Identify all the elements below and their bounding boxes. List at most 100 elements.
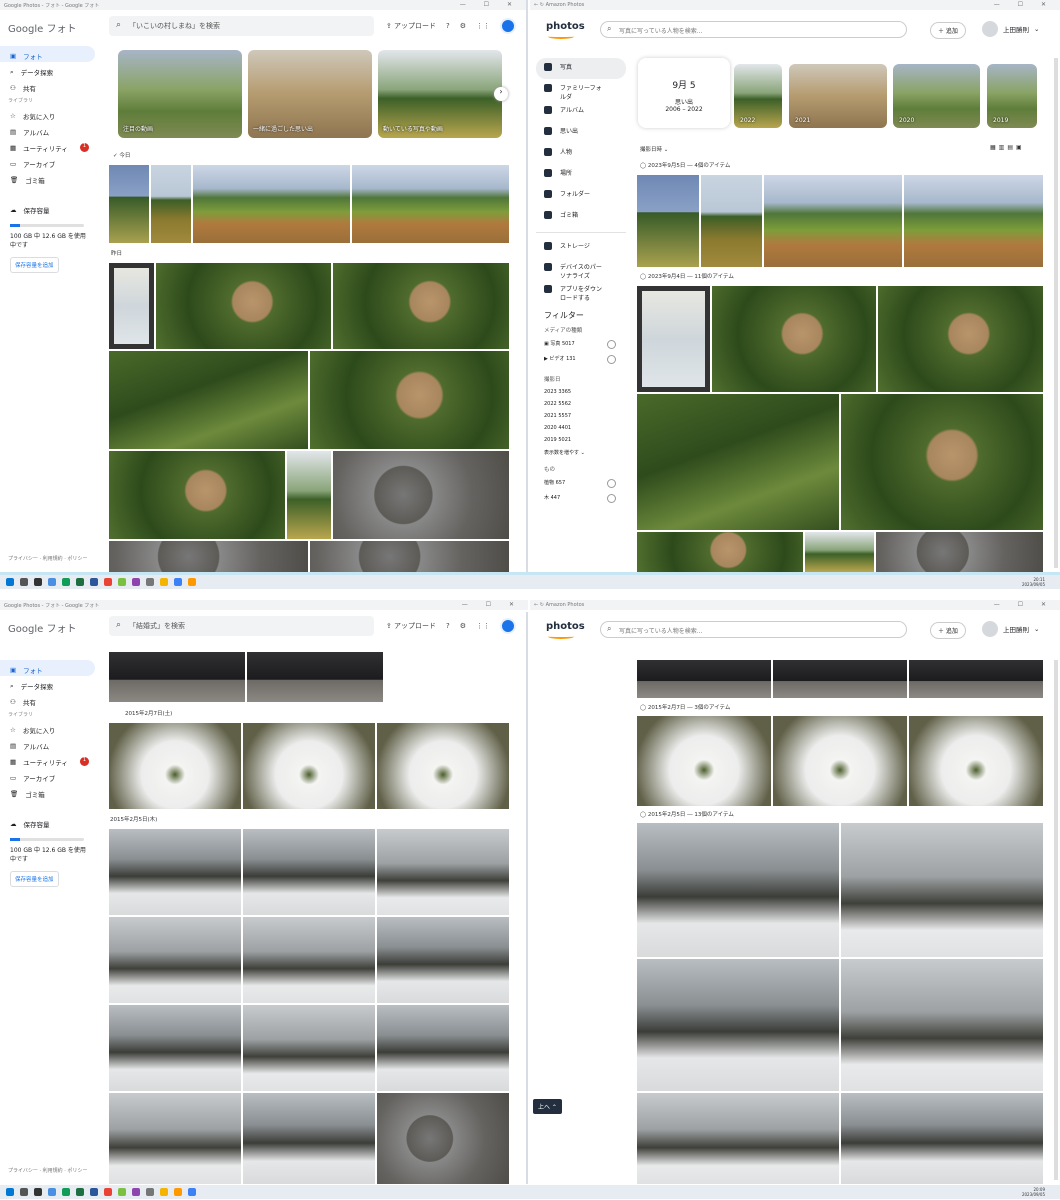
excel-icon[interactable]: [76, 578, 84, 586]
filter-photos[interactable]: ▣ 写真 5017: [536, 337, 616, 352]
back-icon[interactable]: ←: [534, 2, 538, 8]
memory-year-card[interactable]: 2021: [789, 64, 887, 128]
memory-year-card[interactable]: 2019: [987, 64, 1037, 128]
sidebar-item-utilities[interactable]: ▦ ユーティリティ 1: [0, 138, 100, 154]
settings-icon[interactable]: [48, 1188, 56, 1196]
avatar[interactable]: [500, 618, 516, 634]
photo-thumbnail[interactable]: [637, 394, 839, 530]
folder-icon[interactable]: [160, 1188, 168, 1196]
filter-year[interactable]: 2021 5557: [536, 410, 616, 422]
apps-icon[interactable]: ⋮⋮: [476, 22, 490, 30]
folder-icon[interactable]: [160, 578, 168, 586]
search-icon[interactable]: [20, 578, 28, 586]
photo-thumbnail[interactable]: [637, 716, 771, 806]
photo-thumbnail[interactable]: [193, 165, 350, 243]
photo-thumbnail[interactable]: [243, 1005, 375, 1091]
photo-thumbnail[interactable]: [109, 451, 285, 539]
sidebar-item-sharing[interactable]: ⚇ 共有: [0, 692, 100, 708]
settings-icon[interactable]: ⚙: [460, 22, 466, 30]
app-icon[interactable]: [118, 578, 126, 586]
google-logo[interactable]: Google フォト: [8, 620, 76, 635]
filter-year[interactable]: 2019 5021: [536, 434, 616, 446]
app-icon[interactable]: [146, 578, 154, 586]
sidebar-item-albums[interactable]: ▤ アルバム: [0, 122, 100, 138]
app-icon[interactable]: [146, 1188, 154, 1196]
sidebar-item-archive[interactable]: ▭ アーカイブ: [0, 768, 100, 784]
photo-thumbnail[interactable]: [876, 532, 1043, 572]
photo-thumbnail[interactable]: [773, 716, 907, 806]
photo-thumbnail[interactable]: [909, 716, 1043, 806]
scroll-to-top-button[interactable]: 上へ ⌃: [533, 1099, 562, 1114]
add-storage-button[interactable]: 保存容量を追加: [10, 257, 59, 273]
photo-thumbnail[interactable]: [377, 1093, 509, 1184]
photo-thumbnail[interactable]: [151, 165, 191, 243]
task-view-icon[interactable]: [34, 1188, 42, 1196]
system-clock[interactable]: 20:09 2023/09/05: [1022, 1187, 1045, 1197]
sidebar-item-memories[interactable]: 思い出: [536, 122, 626, 143]
filter-checkbox[interactable]: [607, 340, 616, 349]
photo-thumbnail[interactable]: [637, 532, 803, 572]
photo-thumbnail[interactable]: [637, 175, 699, 267]
filter-year[interactable]: 2020 4401: [536, 422, 616, 434]
photo-thumbnail[interactable]: [805, 532, 874, 572]
photo-thumbnail[interactable]: [764, 175, 902, 267]
filter-thing[interactable]: 木 447: [536, 491, 616, 506]
upload-button[interactable]: ⇪ アップロード: [386, 621, 436, 631]
photo-thumbnail[interactable]: [333, 451, 509, 539]
system-clock[interactable]: 20:11 2023/09/05: [1022, 577, 1045, 587]
back-icon[interactable]: ←: [534, 602, 538, 608]
sidebar-item-trash[interactable]: ゴミ箱: [536, 206, 626, 227]
task-view-icon[interactable]: [34, 578, 42, 586]
memory-card[interactable]: 動いている写真や動画: [378, 50, 502, 138]
app-icon[interactable]: [132, 578, 140, 586]
select-icon[interactable]: ◯: [640, 812, 646, 818]
select-icon[interactable]: ◯: [640, 705, 646, 711]
sidebar-item-favorites[interactable]: ☆ お気に入り: [0, 106, 100, 122]
help-icon[interactable]: ?: [446, 622, 450, 630]
photo-thumbnail[interactable]: [243, 917, 375, 1003]
app-icon[interactable]: [174, 578, 182, 586]
footer-links[interactable]: プライバシー · 利用規約 · ポリシー: [8, 555, 87, 562]
memory-card[interactable]: 注目の動画: [118, 50, 242, 138]
photo-thumbnail[interactable]: [243, 723, 375, 809]
scrollbar[interactable]: [1054, 58, 1058, 568]
photo-thumbnail[interactable]: [377, 1005, 509, 1091]
sidebar-item-folders[interactable]: フォルダー: [536, 185, 626, 206]
photo-thumbnail[interactable]: [333, 263, 509, 349]
memory-year-card[interactable]: 2022: [734, 64, 782, 128]
view-size-toggle[interactable]: ▦▥▤▣: [990, 144, 1025, 151]
filter-checkbox[interactable]: [607, 494, 616, 503]
photo-thumbnail[interactable]: [109, 652, 245, 702]
sidebar-item-storage[interactable]: ☁ 保存容量: [0, 200, 100, 216]
photo-thumbnail[interactable]: [109, 1005, 241, 1091]
settings-icon[interactable]: [48, 578, 56, 586]
excel-icon[interactable]: [76, 1188, 84, 1196]
sidebar-item-people[interactable]: 人物: [536, 143, 626, 164]
photo-thumbnail[interactable]: [773, 660, 907, 698]
photo-thumbnail[interactable]: [637, 1093, 839, 1184]
app-icon[interactable]: [188, 1188, 196, 1196]
photo-thumbnail[interactable]: [909, 660, 1043, 698]
sidebar-item-albums[interactable]: ▤ アルバム: [0, 736, 100, 752]
window-controls[interactable]: — ☐ ✕: [462, 601, 522, 608]
filter-checkbox[interactable]: [607, 355, 616, 364]
select-icon[interactable]: ◯: [640, 163, 646, 169]
chrome-icon[interactable]: [104, 1188, 112, 1196]
photo-thumbnail[interactable]: [109, 541, 308, 572]
search-icon[interactable]: [20, 1188, 28, 1196]
sidebar-item-favorites[interactable]: ☆ お気に入り: [0, 720, 100, 736]
photo-thumbnail[interactable]: [637, 959, 839, 1091]
sidebar-item-family[interactable]: ファミリーフォルダ: [536, 79, 626, 101]
sidebar-item-archive[interactable]: ▭ アーカイブ: [0, 154, 100, 170]
photo-thumbnail[interactable]: [109, 263, 154, 349]
sort-dropdown[interactable]: 撮影日時 ⌄: [640, 145, 668, 153]
photo-thumbnail[interactable]: [109, 917, 241, 1003]
filter-year[interactable]: 2023 3365: [536, 386, 616, 398]
windows-start-icon[interactable]: [6, 578, 14, 586]
sidebar-item-download-app[interactable]: アプリをダウンロードする: [536, 280, 626, 302]
photo-thumbnail[interactable]: [637, 286, 710, 392]
window-controls[interactable]: — ☐ ✕: [460, 1, 520, 8]
select-icon[interactable]: ◯: [640, 274, 646, 280]
filter-thing[interactable]: 植物 657: [536, 476, 616, 491]
sidebar-item-photos[interactable]: ▣ フォト: [0, 46, 95, 62]
